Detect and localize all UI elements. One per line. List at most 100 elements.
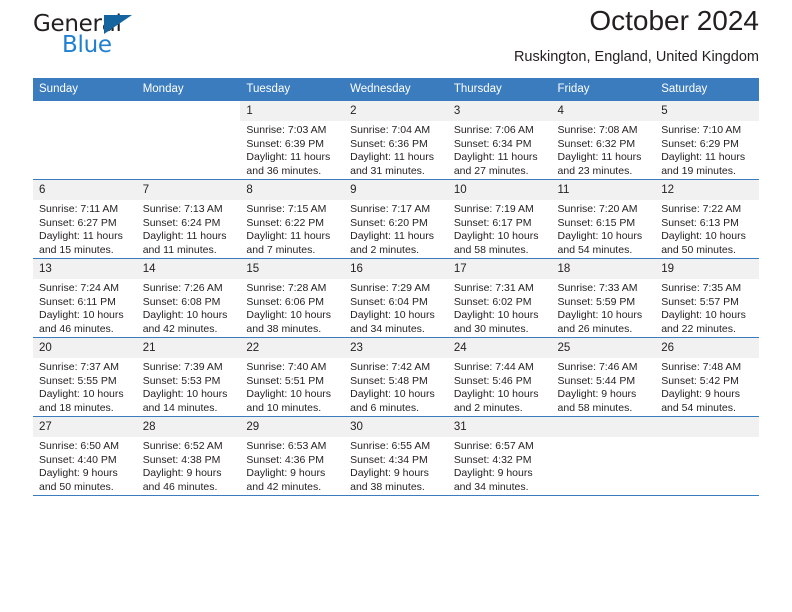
sunset-text: Sunset: 4:34 PM <box>350 453 428 466</box>
sunset-text: Sunset: 6:22 PM <box>246 216 325 229</box>
daylight-text-line2: and 2 minutes. <box>453 401 523 414</box>
daylight-text-line2: and 11 minutes. <box>142 243 217 256</box>
daylight-text-line2: and 22 minutes. <box>661 322 736 335</box>
sunrise-text: Sunrise: 7:08 AM <box>557 124 638 136</box>
calendar-day-cell[interactable]: 24 Sunrise: 7:44 AM Sunset: 5:46 PM Dayligh… <box>447 337 552 417</box>
sunset-text: Sunset: 6:20 PM <box>350 216 428 229</box>
calendar-day-cell[interactable]: 2 Sunrise: 7:04 AM Sunset: 6:36 PM Daylight… <box>344 100 448 180</box>
calendar-day-cell[interactable]: 4 Sunrise: 7:08 AM Sunset: 6:32 PM Daylight… <box>551 100 656 180</box>
day-sun-info: Sunrise: 6:52 AM Sunset: 4:38 PM Daylight:… <box>137 437 241 494</box>
calendar-day-cell[interactable]: 29 Sunrise: 6:53 AM Sunset: 4:36 PM Dayligh… <box>240 416 345 496</box>
day-sun-info: Sunrise: 7:08 AM Sunset: 6:32 PM Daylight:… <box>552 121 656 178</box>
calendar-day-cell[interactable]: 14 Sunrise: 7:26 AM Sunset: 6:08 PM Dayligh… <box>136 258 241 338</box>
calendar-day-cell[interactable]: 26 Sunrise: 7:48 AM Sunset: 5:42 PM Dayligh… <box>655 337 759 417</box>
daylight-text-line1: Daylight: 10 hours <box>350 309 435 322</box>
daylight-text-line1: Daylight: 11 hours <box>350 230 434 243</box>
calendar-day-cell[interactable]: 8 Sunrise: 7:15 AM Sunset: 6:22 PM Daylight… <box>240 179 345 259</box>
calendar-day-cell[interactable]: 30 Sunrise: 6:55 AM Sunset: 4:34 PM Dayligh… <box>344 416 448 496</box>
day-sun-info: Sunrise: 6:55 AM Sunset: 4:34 PM Daylight:… <box>344 437 448 494</box>
sunset-text: Sunset: 6:02 PM <box>453 295 532 308</box>
calendar-day-cell[interactable]: 27 Sunrise: 6:50 AM Sunset: 4:40 PM Dayligh… <box>33 416 137 496</box>
calendar-day-cell[interactable]: 1 Sunrise: 7:03 AM Sunset: 6:39 PM Daylight… <box>240 100 345 180</box>
sunset-text: Sunset: 6:34 PM <box>453 137 532 150</box>
sunrise-text: Sunrise: 7:10 AM <box>661 124 742 136</box>
daylight-text-line2: and 46 minutes. <box>39 322 114 335</box>
day-number: 30 <box>344 417 448 437</box>
daylight-text-line2: and 58 minutes. <box>557 401 633 414</box>
day-number-placeholder <box>33 101 137 121</box>
calendar-day-cell[interactable]: 13 Sunrise: 7:24 AM Sunset: 6:11 PM Dayligh… <box>33 258 137 338</box>
day-number: 11 <box>551 180 656 200</box>
calendar-day-cell[interactable]: 10 Sunrise: 7:19 AM Sunset: 6:17 PM Dayligh… <box>447 179 552 259</box>
daylight-text-line1: Daylight: 10 hours <box>39 388 124 401</box>
day-number: 28 <box>136 417 241 437</box>
calendar-day-cell[interactable]: 17 Sunrise: 7:31 AM Sunset: 6:02 PM Dayligh… <box>447 258 552 338</box>
daylight-text-line2: and 18 minutes. <box>39 401 114 414</box>
sunset-text: Sunset: 6:32 PM <box>557 137 636 150</box>
day-number: 24 <box>447 338 552 358</box>
sunset-text: Sunset: 6:06 PM <box>246 295 325 308</box>
daylight-text-line2: and 26 minutes. <box>557 322 633 335</box>
sunrise-text: Sunrise: 7:31 AM <box>453 282 534 294</box>
sunrise-text: Sunrise: 6:53 AM <box>246 440 327 452</box>
logo-text-blue: Blue <box>62 32 112 58</box>
day-number: 14 <box>136 259 241 279</box>
day-sun-info: Sunrise: 7:37 AM Sunset: 5:55 PM Daylight:… <box>33 358 137 415</box>
calendar-day-cell[interactable]: 5 Sunrise: 7:10 AM Sunset: 6:29 PM Daylight… <box>655 100 759 180</box>
calendar-day-cell[interactable]: 9 Sunrise: 7:17 AM Sunset: 6:20 PM Daylight… <box>344 179 448 259</box>
daylight-text-line1: Daylight: 10 hours <box>661 230 746 243</box>
sunrise-text: Sunrise: 7:20 AM <box>557 203 638 215</box>
calendar-day-cell[interactable]: 23 Sunrise: 7:42 AM Sunset: 5:48 PM Dayligh… <box>344 337 448 417</box>
daylight-text-line1: Daylight: 11 hours <box>246 230 331 243</box>
weekday-header-sunday: Sunday <box>33 78 137 101</box>
calendar-day-cell[interactable]: 15 Sunrise: 7:28 AM Sunset: 6:06 PM Dayligh… <box>240 258 345 338</box>
daylight-text-line1: Daylight: 9 hours <box>246 467 326 480</box>
day-sun-info: Sunrise: 7:03 AM Sunset: 6:39 PM Daylight:… <box>240 121 344 178</box>
daylight-text-line1: Daylight: 9 hours <box>661 388 741 401</box>
calendar-day-cell[interactable]: 25 Sunrise: 7:46 AM Sunset: 5:44 PM Dayligh… <box>551 337 656 417</box>
calendar-day-cell[interactable]: 19 Sunrise: 7:35 AM Sunset: 5:57 PM Dayligh… <box>655 258 759 338</box>
daylight-text-line1: Daylight: 10 hours <box>142 309 228 322</box>
sunrise-text: Sunrise: 7:26 AM <box>142 282 223 294</box>
calendar-day-cell[interactable]: 28 Sunrise: 6:52 AM Sunset: 4:38 PM Dayligh… <box>136 416 241 496</box>
calendar-page: General Blue October 2024 Ruskington, En… <box>0 0 792 612</box>
calendar-header-row: Sunday Monday Tuesday Wednesday Thursday… <box>33 78 759 101</box>
daylight-text-line2: and 6 minutes. <box>350 401 419 414</box>
calendar-day-cell[interactable]: 11 Sunrise: 7:20 AM Sunset: 6:15 PM Dayligh… <box>551 179 656 259</box>
daylight-text-line1: Daylight: 10 hours <box>661 309 746 322</box>
daylight-text-line2: and 58 minutes. <box>453 243 529 256</box>
calendar-day-cell[interactable]: 3 Sunrise: 7:06 AM Sunset: 6:34 PM Daylight… <box>447 100 552 180</box>
calendar-day-cell[interactable]: 18 Sunrise: 7:33 AM Sunset: 5:59 PM Dayligh… <box>551 258 656 338</box>
calendar-day-cell[interactable]: 22 Sunrise: 7:40 AM Sunset: 5:51 PM Dayligh… <box>240 337 345 417</box>
day-sun-info: Sunrise: 6:53 AM Sunset: 4:36 PM Daylight:… <box>240 437 344 494</box>
sunset-text: Sunset: 6:24 PM <box>142 216 221 229</box>
day-number: 16 <box>344 259 448 279</box>
daylight-text-line1: Daylight: 11 hours <box>246 151 331 164</box>
day-number: 1 <box>240 101 345 121</box>
calendar-day-cell-empty <box>136 100 241 180</box>
daylight-text-line2: and 34 minutes. <box>453 480 529 493</box>
daylight-text-line1: Daylight: 10 hours <box>453 230 539 243</box>
sunset-text: Sunset: 5:46 PM <box>453 374 532 387</box>
calendar-day-cell[interactable]: 21 Sunrise: 7:39 AM Sunset: 5:53 PM Dayligh… <box>136 337 241 417</box>
sunrise-text: Sunrise: 7:04 AM <box>350 124 431 136</box>
calendar-day-cell[interactable]: 31 Sunrise: 6:57 AM Sunset: 4:32 PM Dayligh… <box>447 416 552 496</box>
day-number: 15 <box>240 259 345 279</box>
calendar-day-cell[interactable]: 12 Sunrise: 7:22 AM Sunset: 6:13 PM Dayligh… <box>655 179 759 259</box>
day-number: 5 <box>655 101 759 121</box>
sunrise-text: Sunrise: 7:06 AM <box>453 124 534 136</box>
calendar-day-cell[interactable]: 20 Sunrise: 7:37 AM Sunset: 5:55 PM Dayligh… <box>33 337 137 417</box>
day-sun-info: Sunrise: 7:22 AM Sunset: 6:13 PM Daylight:… <box>655 200 759 257</box>
calendar-day-cell[interactable]: 6 Sunrise: 7:11 AM Sunset: 6:27 PM Daylight… <box>33 179 137 259</box>
daylight-text-line2: and 54 minutes. <box>661 401 736 414</box>
calendar-day-cell[interactable]: 16 Sunrise: 7:29 AM Sunset: 6:04 PM Dayligh… <box>344 258 448 338</box>
day-number: 29 <box>240 417 345 437</box>
daylight-text-line2: and 30 minutes. <box>453 322 529 335</box>
day-sun-info: Sunrise: 7:13 AM Sunset: 6:24 PM Daylight:… <box>137 200 241 257</box>
sunset-text: Sunset: 5:59 PM <box>557 295 636 308</box>
daylight-text-line2: and 23 minutes. <box>557 164 633 177</box>
sunset-text: Sunset: 6:04 PM <box>350 295 428 308</box>
calendar-day-cell[interactable]: 7 Sunrise: 7:13 AM Sunset: 6:24 PM Daylight… <box>136 179 241 259</box>
day-sun-info: Sunrise: 7:17 AM Sunset: 6:20 PM Daylight:… <box>344 200 448 257</box>
weekday-header-wednesday: Wednesday <box>344 78 448 101</box>
